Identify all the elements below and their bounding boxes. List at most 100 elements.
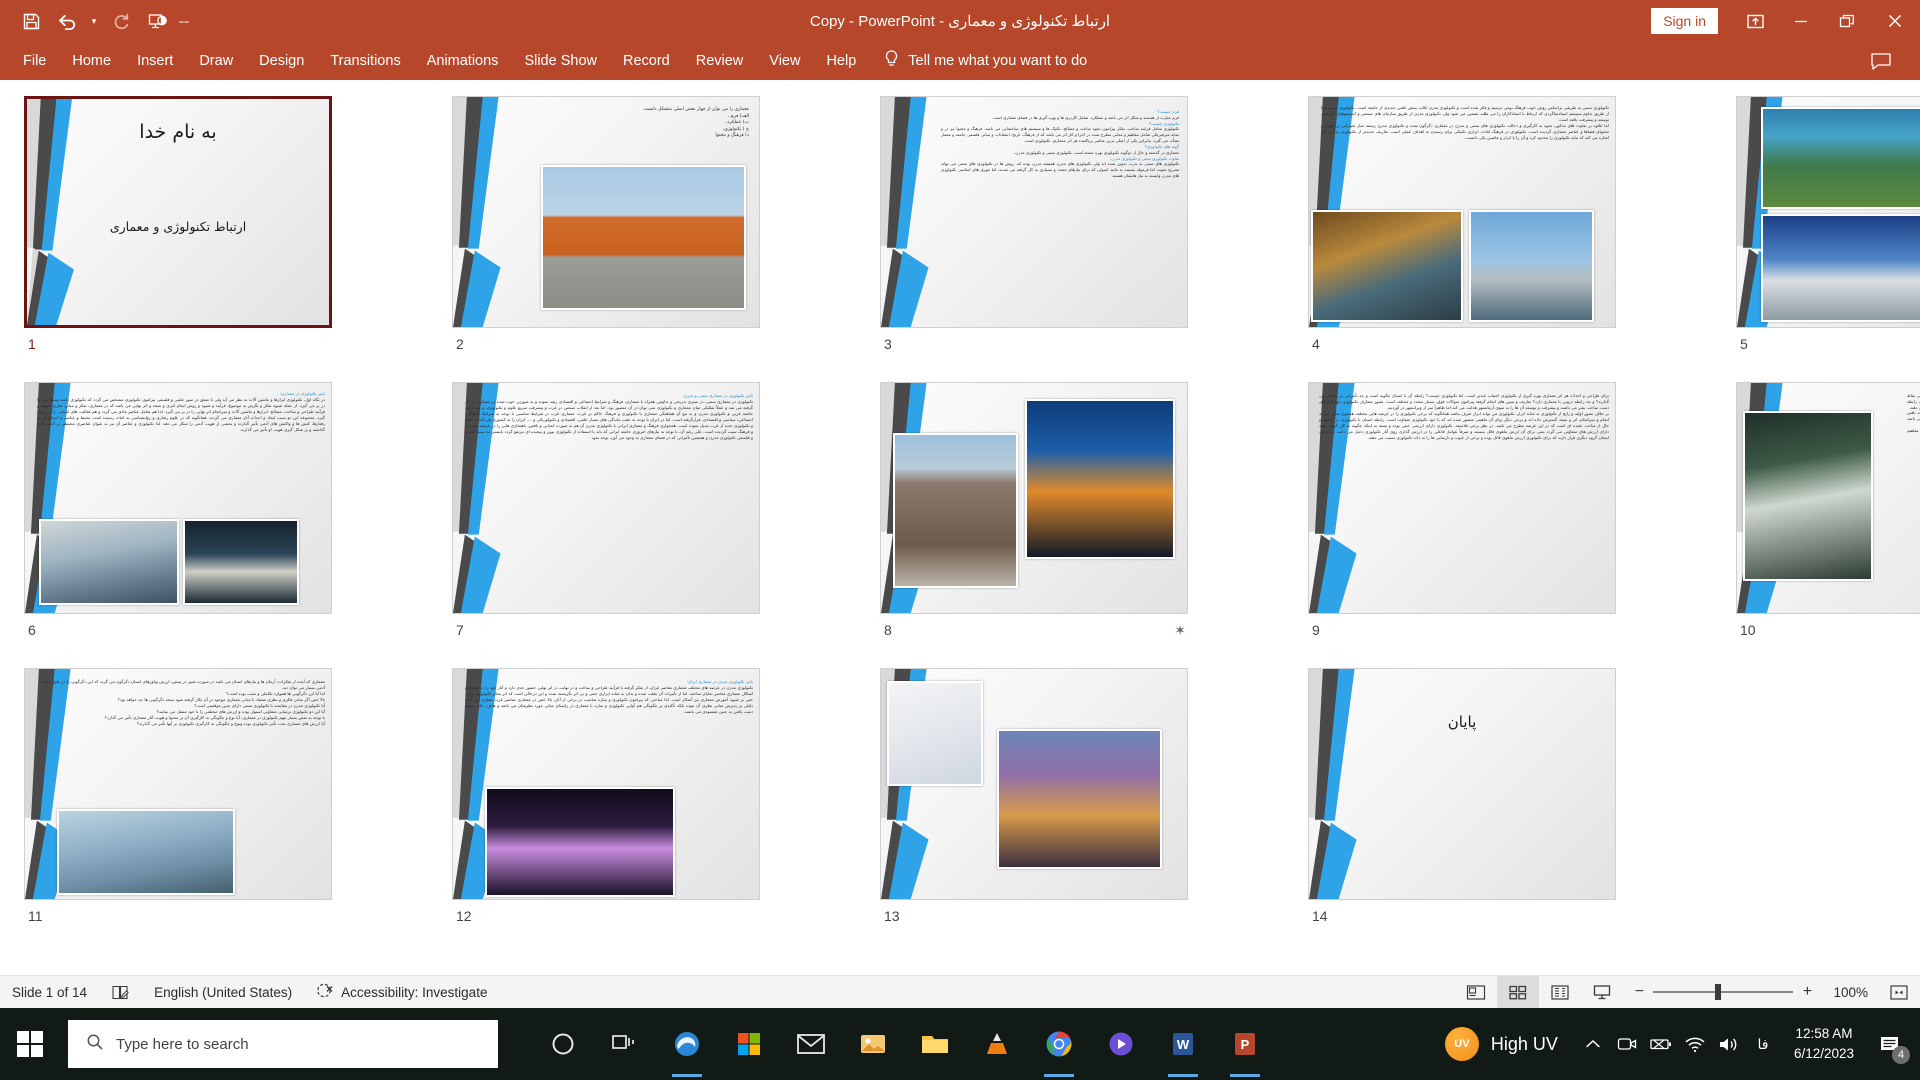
tab-help[interactable]: Help (813, 47, 869, 75)
tab-insert[interactable]: Insert (124, 47, 186, 75)
tab-view[interactable]: View (756, 47, 813, 75)
slide-cell-12[interactable]: تاثیر تکنولوژی مدرن در معماری ایران: تکن… (452, 668, 760, 926)
lightbulb-icon (883, 49, 900, 74)
slide-thumbnail-7[interactable]: تاثیر تکنولوژی در معماری سنتی و مدرن: تک… (452, 382, 760, 614)
slide-thumbnail-12[interactable]: تاثیر تکنولوژی مدرن در معماری ایران: تکن… (452, 668, 760, 900)
zoom-in-button[interactable]: + (1801, 983, 1813, 1001)
tab-file[interactable]: File (10, 47, 59, 75)
mail-icon[interactable] (782, 1008, 840, 1080)
weather-uv-widget[interactable]: UV High UV (1444, 1027, 1576, 1061)
tab-design[interactable]: Design (246, 47, 317, 75)
save-icon[interactable] (14, 5, 48, 37)
file-explorer-icon[interactable] (906, 1008, 964, 1080)
accessibility-status[interactable]: Accessibility: Investigate (304, 976, 499, 1009)
customize-quick-access-icon[interactable]: ⩵ (176, 5, 192, 37)
slide-show-view-button[interactable] (1581, 976, 1623, 1009)
vlc-icon[interactable] (968, 1008, 1026, 1080)
redo-icon[interactable] (104, 5, 138, 37)
slide-thumbnail-1[interactable]: به نام خدا ارتباط تکنولوژی و معماری (24, 96, 332, 328)
slide-cell-14[interactable]: پایان 14 (1308, 668, 1616, 926)
camera-icon[interactable] (1610, 1008, 1644, 1080)
slide-thumbnail-14[interactable]: پایان (1308, 668, 1616, 900)
undo-dropdown-icon[interactable]: ▾ (86, 5, 102, 37)
show-hidden-icons-chevron[interactable] (1576, 1008, 1610, 1080)
cortana-icon[interactable] (534, 1008, 592, 1080)
slide-cell-8[interactable]: 8 ✶ (880, 382, 1188, 640)
slide-4-image-left (1311, 210, 1463, 322)
search-input[interactable]: Type here to search (68, 1020, 498, 1068)
start-presentation-icon[interactable] (140, 5, 174, 37)
zoom-out-button[interactable]: − (1633, 983, 1645, 1001)
slide-cell-6[interactable]: تاثیر تکنولوژی در معماری: در نگاه اول، ت… (24, 382, 332, 640)
tab-record[interactable]: Record (610, 47, 683, 75)
slide-cell-1[interactable]: به نام خدا ارتباط تکنولوژی و معماری 1 (24, 96, 332, 354)
slide-thumbnail-4[interactable]: تکنولوژی سنتی به طریقی براساس روش خوب فر… (1308, 96, 1616, 328)
slide-cell-9[interactable]: برای طراحی و احداث هر اثر معماری بهره گی… (1308, 382, 1616, 640)
zoom-slider[interactable]: − + (1623, 983, 1823, 1001)
media-icon[interactable] (1092, 1008, 1150, 1080)
slide-thumbnail-5[interactable] (1736, 96, 1920, 328)
search-icon (86, 1033, 104, 1055)
slide-cell-3[interactable]: فرم چیست؟ فرم عبارت از هندسه و شکل اثر م… (880, 96, 1188, 354)
tab-draw[interactable]: Draw (186, 47, 246, 75)
reading-view-button[interactable] (1539, 976, 1581, 1009)
tab-animations[interactable]: Animations (414, 47, 512, 75)
slide-cell-4[interactable]: تکنولوژی سنتی به طریقی براساس روش خوب فر… (1308, 96, 1616, 354)
language-indicator-icon[interactable]: فا (1746, 1008, 1780, 1080)
wifi-icon[interactable] (1678, 1008, 1712, 1080)
clock[interactable]: 12:58 AM 6/12/2023 (1780, 1008, 1868, 1080)
notification-center-icon[interactable]: 4 (1868, 1008, 1912, 1080)
slide-thumbnail-9[interactable]: برای طراحی و احداث هر اثر معماری بهره گی… (1308, 382, 1616, 614)
zoom-thumb[interactable] (1715, 984, 1722, 1000)
slide-indicator[interactable]: Slide 1 of 14 (0, 976, 99, 1009)
slide-cell-10[interactable]: مثل شمسی، همکار و زاگ اثر در دسته فلاسفه… (1736, 382, 1920, 640)
zoom-track[interactable] (1653, 984, 1794, 1000)
close-button[interactable] (1870, 0, 1920, 42)
slide-cell-7[interactable]: تاثیر تکنولوژی در معماری سنتی و مدرن: تک… (452, 382, 760, 640)
slide-cell-13[interactable]: 13 (880, 668, 1188, 926)
system-tray: UV High UV فا 12:58 AM 6/12/2023 4 (1444, 1008, 1920, 1080)
slide-thumbnail-10[interactable]: مثل شمسی، همکار و زاگ اثر در دسته فلاسفه… (1736, 382, 1920, 614)
slide-thumbnail-8[interactable] (880, 382, 1188, 614)
normal-view-button[interactable] (1455, 976, 1497, 1009)
volume-icon[interactable] (1712, 1008, 1746, 1080)
store-icon[interactable] (720, 1008, 778, 1080)
task-view-icon[interactable] (596, 1008, 654, 1080)
tab-home[interactable]: Home (59, 47, 124, 75)
slide-cell-5[interactable]: 5 (1736, 96, 1920, 354)
tab-transitions[interactable]: Transitions (317, 47, 413, 75)
restore-button[interactable] (1824, 0, 1870, 42)
slide-sorter-pane[interactable]: به نام خدا ارتباط تکنولوژی و معماری 1 مع… (0, 80, 1920, 975)
slide-thumbnail-11[interactable]: معماری که آمده از تفکرات، آرمان ها و نیا… (24, 668, 332, 900)
slide-13-image-right (997, 729, 1162, 869)
powerpoint-icon[interactable]: P (1216, 1008, 1274, 1080)
tab-slide-show[interactable]: Slide Show (511, 47, 610, 75)
start-button-icon[interactable] (0, 1008, 60, 1080)
fit-to-window-button[interactable] (1878, 976, 1920, 1009)
tell-me-search[interactable]: Tell me what you want to do (883, 49, 1087, 74)
slide-number: 7 (456, 622, 464, 638)
sign-in-button[interactable]: Sign in (1651, 8, 1718, 34)
slide-thumbnail-2[interactable]: معماری را می توان از چهار بخش اصلی متشکل… (452, 96, 760, 328)
battery-icon[interactable] (1644, 1008, 1678, 1080)
slide-thumbnail-3[interactable]: فرم چیست؟ فرم عبارت از هندسه و شکل اثر م… (880, 96, 1188, 328)
comments-icon[interactable] (1858, 42, 1904, 80)
notes-icon[interactable] (99, 976, 142, 1009)
slide-thumbnail-6[interactable]: تاثیر تکنولوژی در معماری: در نگاه اول، ت… (24, 382, 332, 614)
animation-star-icon[interactable]: ✶ (1174, 622, 1186, 639)
slide-cell-2[interactable]: معماری را می توان از چهار بخش اصلی متشکل… (452, 96, 760, 354)
ribbon-display-options-icon[interactable] (1732, 0, 1778, 42)
slide-cell-11[interactable]: معماری که آمده از تفکرات، آرمان ها و نیا… (24, 668, 332, 926)
minimize-button[interactable] (1778, 0, 1824, 42)
slide-number: 13 (884, 908, 900, 924)
slide-sorter-view-button[interactable] (1497, 975, 1540, 1009)
tab-review[interactable]: Review (683, 47, 757, 75)
zoom-level[interactable]: 100% (1823, 985, 1878, 1000)
word-icon[interactable]: W (1154, 1008, 1212, 1080)
slide-thumbnail-13[interactable] (880, 668, 1188, 900)
undo-icon[interactable] (50, 5, 84, 37)
language-indicator[interactable]: English (United States) (142, 976, 304, 1009)
chrome-icon[interactable] (1030, 1008, 1088, 1080)
edge-icon[interactable] (658, 1008, 716, 1080)
photos-icon[interactable] (844, 1008, 902, 1080)
